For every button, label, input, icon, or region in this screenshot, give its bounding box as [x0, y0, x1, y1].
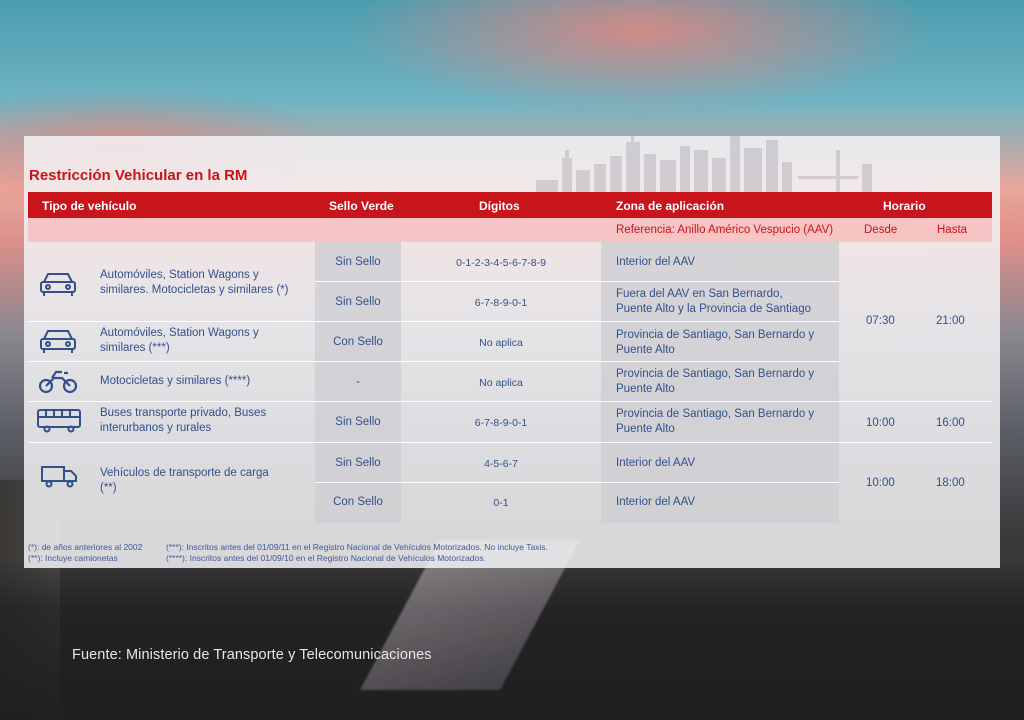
- sello-cell: Con Sello: [333, 496, 383, 508]
- truck-icon: [40, 464, 78, 490]
- digitos-cell: No aplica: [479, 337, 523, 349]
- zona-line: Puente Alto: [616, 383, 675, 395]
- digitos-cell: No aplica: [479, 377, 523, 389]
- zona-line: Puente Alto y la Provincia de Santiago: [616, 303, 811, 315]
- vehicle-label-line: Vehículos de transporte de carga: [100, 467, 269, 479]
- vehicle-label-line: Buses transporte privado, Buses: [100, 407, 267, 419]
- footnote: (**): Incluye camionetas: [28, 553, 118, 563]
- horario-desde: 10:00: [866, 477, 895, 489]
- horario-hasta: 21:00: [936, 315, 965, 327]
- row-divider: [28, 361, 839, 362]
- row-divider: [28, 321, 839, 322]
- vehicle-label: Automóviles, Station Wagons y similares.…: [100, 268, 310, 298]
- vehicle-label-line: (**): [100, 482, 117, 494]
- vehicle-label: Vehículos de transporte de carga (**): [100, 466, 310, 496]
- footnote: (*): de años anteriores al 2002: [28, 542, 143, 552]
- sello-cell: Con Sello: [333, 336, 383, 348]
- zona-cell: Provincia de Santiago, San Bernardo y Pu…: [616, 367, 836, 397]
- header-tipo: Tipo de vehículo: [42, 199, 137, 213]
- horario-desde: 10:00: [866, 417, 895, 429]
- digitos-cell: 6-7-8-9-0-1: [474, 297, 528, 309]
- zona-line: Provincia de Santiago, San Bernardo y: [616, 329, 815, 341]
- horario-hasta: 18:00: [936, 477, 965, 489]
- sello-cell: Sin Sello: [335, 256, 381, 268]
- digitos-cell: 0-1: [493, 497, 509, 509]
- zona-cell: Interior del AAV: [616, 256, 696, 268]
- table-body: Automóviles, Station Wagons y similares.…: [28, 242, 992, 523]
- vehicle-label: Motocicletas y similares (****): [100, 374, 310, 389]
- zona-line: Provincia de Santiago, San Bernardo y: [616, 408, 815, 420]
- zona-cell: Fuera del AAV en San Bernardo, Puente Al…: [616, 287, 836, 317]
- row-divider: [315, 281, 839, 282]
- zona-cell: Interior del AAV: [616, 457, 696, 469]
- motorcycle-icon: [38, 367, 78, 395]
- row-divider: [28, 401, 992, 402]
- car-icon: [38, 327, 78, 355]
- zona-line: Puente Alto: [616, 344, 675, 356]
- sello-cell: Sin Sello: [335, 416, 381, 428]
- vehicle-label-line: Motocicletas y similares (****): [100, 375, 251, 387]
- digitos-cell: 6-7-8-9-0-1: [474, 417, 528, 429]
- zona-cell: Provincia de Santiago, San Bernardo y Pu…: [616, 328, 836, 358]
- vehicle-label: Buses transporte privado, Buses interurb…: [100, 406, 310, 436]
- restriction-panel: Restricción Vehicular en la RM Tipo de v…: [24, 136, 1000, 568]
- digitos-cell: 4-5-6-7: [484, 458, 518, 470]
- horario-hasta: 16:00: [936, 417, 965, 429]
- header-hasta: Hasta: [937, 224, 968, 236]
- footnotes-left: (*): de años anteriores al 2002 (**): In…: [28, 542, 142, 564]
- table-subheader: Referencia: Anillo Américo Vespucio (AAV…: [28, 218, 992, 242]
- header-zona: Zona de aplicación: [616, 199, 725, 213]
- horario-desde: 07:30: [866, 315, 895, 327]
- vehicle-label-line: Automóviles, Station Wagons y: [100, 269, 259, 281]
- zona-line: Provincia de Santiago, San Bernardo y: [616, 368, 815, 380]
- footnote: (****): Inscritos antes del 01/09/10 en …: [166, 553, 486, 563]
- zona-line: Puente Alto: [616, 423, 675, 435]
- vehicle-label: Automóviles, Station Wagons y similares …: [100, 326, 310, 356]
- skyline-watermark: [536, 136, 872, 192]
- restriction-table: Tipo de vehículo Sello Verde Dígitos Zon…: [28, 192, 992, 526]
- bus-icon: [36, 408, 82, 434]
- vehicle-label-line: Automóviles, Station Wagons y: [100, 327, 259, 339]
- sello-cell: Sin Sello: [335, 296, 381, 308]
- header-sello: Sello Verde: [329, 199, 394, 213]
- header-desde: Desde: [864, 224, 898, 236]
- digitos-cell: 0-1-2-3-4-5-6-7-8-9: [456, 257, 546, 269]
- car-icon: [38, 270, 78, 298]
- sello-cell: -: [356, 376, 360, 388]
- vehicle-label-line: similares (***): [100, 342, 170, 354]
- reference-label: Referencia: Anillo Américo Vespucio (AAV…: [616, 224, 834, 236]
- footnotes-right: (***): Inscritos antes del 01/09/11 en e…: [166, 542, 548, 564]
- footnote: (***): Inscritos antes del 01/09/11 en e…: [166, 542, 548, 552]
- vehicle-label-line: interurbanos y rurales: [100, 422, 212, 434]
- zona-line: Fuera del AAV en San Bernardo,: [616, 288, 783, 300]
- table-header: Tipo de vehículo Sello Verde Dígitos Zon…: [28, 192, 992, 218]
- vehicle-label-line: similares. Motocicletas y similares (*): [100, 284, 289, 296]
- row-divider: [315, 482, 839, 483]
- panel-title: Restricción Vehicular en la RM: [29, 167, 248, 184]
- header-horario: Horario: [883, 199, 926, 213]
- source-caption: Fuente: Ministerio de Transporte y Telec…: [72, 647, 432, 663]
- zona-cell: Provincia de Santiago, San Bernardo y Pu…: [616, 407, 836, 437]
- header-digitos: Dígitos: [479, 199, 520, 213]
- row-divider: [28, 442, 992, 443]
- zona-cell: Interior del AAV: [616, 496, 696, 508]
- sello-cell: Sin Sello: [335, 457, 381, 469]
